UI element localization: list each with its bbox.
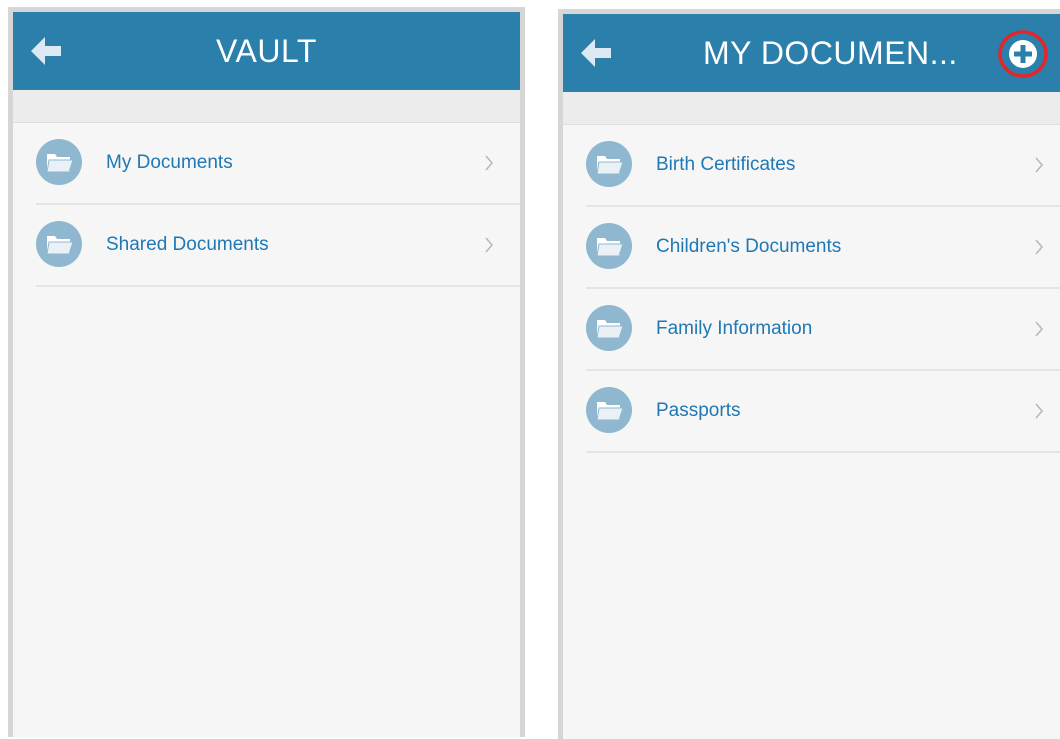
list-item-label: Birth Certificates: [656, 154, 796, 175]
vault-navbar: VAULT: [13, 12, 520, 90]
chevron-right-icon: [1035, 321, 1044, 337]
page-title: VAULT: [216, 33, 317, 69]
list-item-passports[interactable]: Passports: [586, 371, 1060, 453]
chevron-right-icon: [485, 237, 494, 253]
folder-icon: [586, 141, 632, 187]
list-item-family-information[interactable]: Family Information: [586, 289, 1060, 371]
folder-icon: [586, 387, 632, 433]
chevron-right-icon: [1035, 239, 1044, 255]
my-documents-navbar: MY DOCUMEN...: [563, 14, 1060, 92]
plus-circle-icon: [998, 30, 1048, 78]
list-item-label: Passports: [656, 400, 741, 421]
list-item-label: Shared Documents: [106, 234, 269, 255]
list-item-my-documents[interactable]: My Documents: [36, 123, 520, 205]
chevron-right-icon: [1035, 157, 1044, 173]
chevron-right-icon: [1035, 403, 1044, 419]
add-folder-button[interactable]: [997, 29, 1049, 79]
folder-list: My Documents Shared Documents: [13, 123, 520, 287]
back-button[interactable]: [577, 36, 617, 70]
chevron-right-icon: [485, 155, 494, 171]
list-item-label: Family Information: [656, 318, 813, 339]
list-item-childrens-documents[interactable]: Children's Documents: [586, 207, 1060, 289]
folder-icon: [36, 221, 82, 267]
list-item-label: My Documents: [106, 152, 233, 173]
list-item-birth-certificates[interactable]: Birth Certificates: [586, 125, 1060, 207]
folder-list: Birth Certificates Children's Documents: [563, 125, 1060, 453]
folder-icon: [36, 139, 82, 185]
arrow-left-icon: [581, 39, 611, 67]
vault-screen: VAULT My Documents Shared Documents: [8, 7, 525, 737]
list-item-shared-documents[interactable]: Shared Documents: [36, 205, 520, 287]
list-item-label: Children's Documents: [656, 236, 842, 257]
page-title: MY DOCUMEN...: [703, 35, 958, 71]
folder-icon: [586, 305, 632, 351]
my-documents-screen: MY DOCUMEN... Birth Certificates Childre…: [558, 9, 1060, 739]
folder-icon: [586, 223, 632, 269]
list-header-spacer: [13, 90, 520, 123]
list-header-spacer: [563, 92, 1060, 125]
